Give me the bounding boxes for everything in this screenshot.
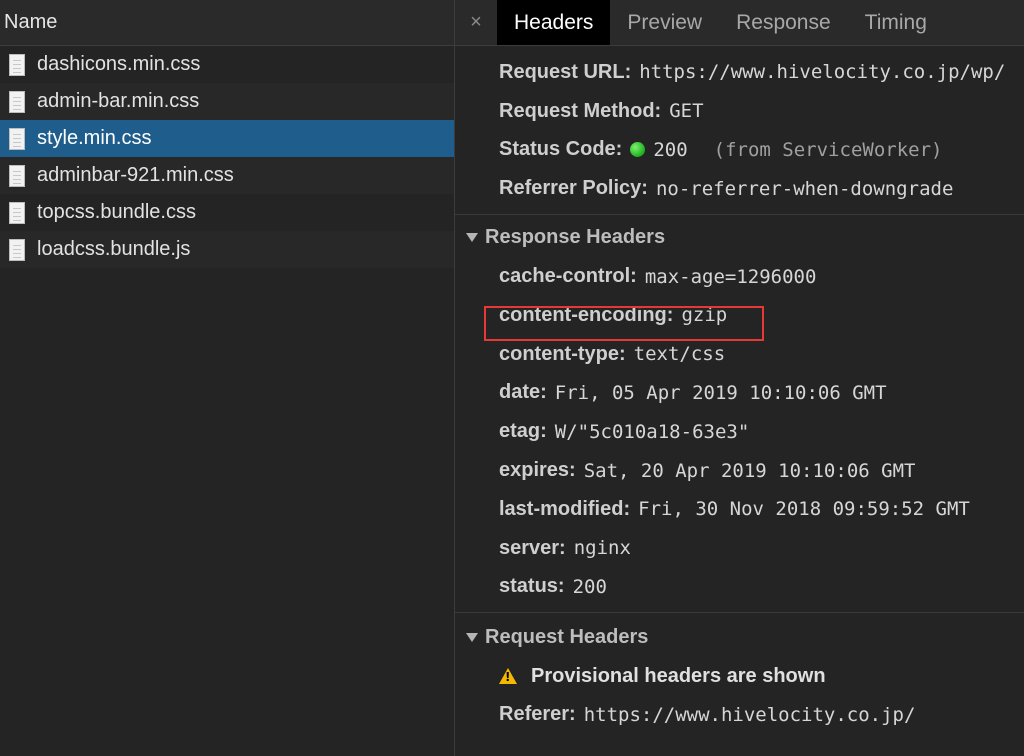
- request-row[interactable]: adminbar-921.min.css: [0, 157, 454, 194]
- provisional-warning-text: Provisional headers are shown: [531, 664, 826, 687]
- response-header-row: server: nginx: [455, 529, 1024, 568]
- request-method-value: GET: [669, 100, 704, 123]
- header-value: nginx: [573, 537, 631, 560]
- header-key: server:: [499, 536, 566, 559]
- response-header-row: status: 200: [455, 568, 1024, 607]
- request-name: loadcss.bundle.js: [37, 238, 191, 260]
- request-details-panel: × Headers Preview Response Timing Reques…: [455, 0, 1024, 756]
- request-method-key: Request Method:: [499, 99, 662, 122]
- header-key: expires:: [499, 459, 576, 482]
- header-key: cache-control:: [499, 265, 637, 288]
- response-header-row: content-encoding: gzip: [455, 296, 1024, 335]
- response-headers-section: Response Headers cache-control: max-age=…: [455, 215, 1024, 614]
- referrer-policy-value: no-referrer-when-downgrade: [655, 177, 954, 200]
- request-list: dashicons.min.css admin-bar.min.css styl…: [0, 46, 454, 268]
- header-value: Sat, 20 Apr 2019 10:10:06 GMT: [583, 459, 916, 482]
- request-row[interactable]: loadcss.bundle.js: [0, 231, 454, 268]
- document-icon: [9, 201, 25, 224]
- header-value: gzip: [681, 304, 728, 327]
- request-row[interactable]: dashicons.min.css: [0, 46, 454, 83]
- request-url-row: Request URL: https://www.hivelocity.co.j…: [455, 53, 1024, 92]
- referer-row: Referer: https://www.hivelocity.co.jp/: [455, 695, 1024, 734]
- warning-icon: [499, 668, 517, 685]
- header-key: last-modified:: [499, 497, 631, 520]
- tab-headers[interactable]: Headers: [497, 0, 611, 45]
- tab-timing[interactable]: Timing: [848, 0, 944, 45]
- response-header-row: cache-control: max-age=1296000: [455, 257, 1024, 296]
- request-name: admin-bar.min.css: [37, 90, 200, 112]
- triangle-down-icon: [466, 232, 478, 242]
- request-row[interactable]: topcss.bundle.css: [0, 194, 454, 231]
- referrer-policy-key: Referrer Policy:: [499, 177, 648, 200]
- referer-value[interactable]: https://www.hivelocity.co.jp/: [584, 704, 916, 726]
- request-name: dashicons.min.css: [37, 53, 201, 75]
- details-tabbar: × Headers Preview Response Timing: [455, 0, 1024, 46]
- response-header-row: expires: Sat, 20 Apr 2019 10:10:06 GMT: [455, 451, 1024, 490]
- response-header-row: date: Fri, 05 Apr 2019 10:10:06 GMT: [455, 374, 1024, 413]
- name-column-header[interactable]: Name: [0, 0, 454, 46]
- header-value: Fri, 30 Nov 2018 09:59:52 GMT: [638, 498, 970, 521]
- response-header-row: content-type: text/css: [455, 335, 1024, 374]
- response-headers-title: Response Headers: [485, 225, 666, 248]
- request-row-selected[interactable]: style.min.css: [0, 120, 454, 157]
- referer-key: Referer:: [499, 703, 576, 726]
- header-value: Fri, 05 Apr 2019 10:10:06 GMT: [554, 381, 887, 404]
- header-key: content-encoding:: [499, 303, 674, 326]
- status-code-note: (from ServiceWorker): [713, 138, 943, 161]
- request-headers-section: Request Headers Provisional headers are …: [455, 613, 1024, 734]
- document-icon: [9, 238, 25, 261]
- close-icon[interactable]: ×: [455, 0, 497, 45]
- document-icon: [9, 90, 25, 113]
- document-icon: [9, 127, 25, 150]
- request-name: adminbar-921.min.css: [37, 164, 234, 186]
- header-key: content-type:: [499, 342, 626, 365]
- header-value: W/"5c010a18-63e3": [554, 420, 750, 443]
- request-url-key: Request URL:: [499, 60, 632, 83]
- tab-preview[interactable]: Preview: [610, 0, 719, 45]
- request-name: topcss.bundle.css: [37, 201, 196, 223]
- response-header-row: etag: W/"5c010a18-63e3": [455, 412, 1024, 451]
- tab-response[interactable]: Response: [719, 0, 848, 45]
- status-code-row: Status Code: 200 (from ServiceWorker): [455, 131, 1024, 170]
- header-value: max-age=1296000: [644, 265, 817, 288]
- document-icon: [9, 164, 25, 187]
- request-url-value[interactable]: https://www.hivelocity.co.jp/wp/: [639, 61, 1005, 83]
- status-code-value: 200: [653, 138, 688, 161]
- response-header-row: last-modified: Fri, 30 Nov 2018 09:59:52…: [455, 490, 1024, 529]
- header-value: 200: [572, 575, 607, 598]
- request-list-panel: Name dashicons.min.css admin-bar.min.css…: [0, 0, 455, 756]
- provisional-warning: Provisional headers are shown: [455, 657, 1024, 695]
- request-row[interactable]: admin-bar.min.css: [0, 83, 454, 120]
- status-code-key: Status Code:: [499, 138, 623, 161]
- general-section: Request URL: https://www.hivelocity.co.j…: [455, 46, 1024, 216]
- request-headers-title: Request Headers: [485, 625, 649, 648]
- document-icon: [9, 53, 25, 76]
- header-key: etag:: [499, 420, 547, 443]
- triangle-down-icon: [466, 632, 478, 642]
- request-name: style.min.css: [37, 127, 152, 149]
- response-headers-toggle[interactable]: Response Headers: [455, 217, 1024, 257]
- status-ok-icon: [630, 142, 646, 158]
- request-headers-toggle[interactable]: Request Headers: [455, 617, 1024, 657]
- header-key: date:: [499, 381, 547, 404]
- request-method-row: Request Method: GET: [455, 92, 1024, 131]
- header-value: text/css: [633, 343, 726, 366]
- header-key: status:: [499, 575, 565, 598]
- referrer-policy-row: Referrer Policy: no-referrer-when-downgr…: [455, 169, 1024, 208]
